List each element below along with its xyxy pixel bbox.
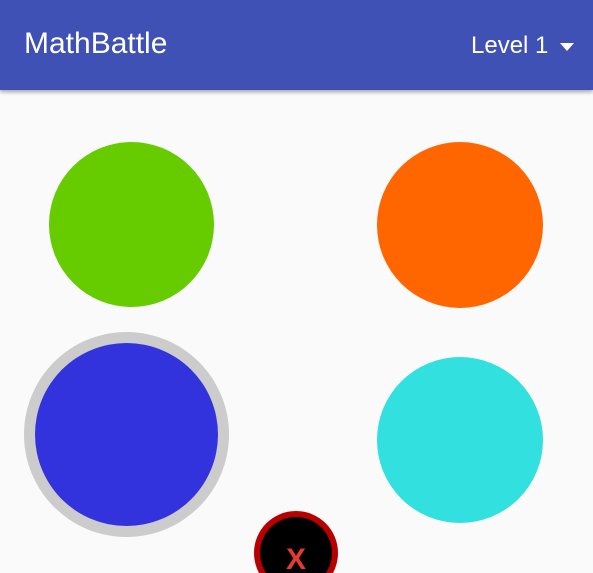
app-title: MathBattle: [24, 27, 168, 60]
circle-blue-selected-ring[interactable]: [24, 332, 229, 537]
close-button[interactable]: X: [254, 511, 338, 573]
app-bar: MathBattle Level 1: [0, 0, 593, 90]
circle-orange[interactable]: [377, 142, 543, 308]
dropdown-arrow-icon: [560, 43, 575, 51]
circle-blue[interactable]: [35, 343, 218, 526]
app-window: MathBattle Level 1 X: [0, 0, 593, 573]
level-dropdown[interactable]: Level 1: [462, 28, 590, 64]
close-icon: X: [285, 543, 306, 573]
level-dropdown-label: Level 1: [471, 32, 549, 59]
close-button-face: X: [260, 517, 332, 573]
circle-cyan[interactable]: [377, 357, 543, 523]
circle-green[interactable]: [49, 142, 214, 307]
